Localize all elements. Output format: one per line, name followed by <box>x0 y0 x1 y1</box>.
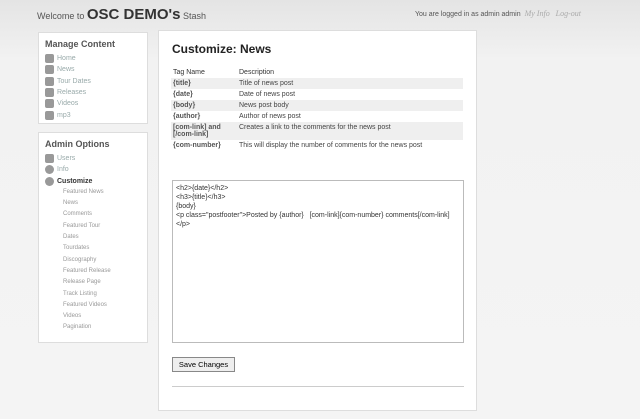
page-title: Customize: News <box>172 42 272 56</box>
customize-subitem[interactable]: Pagination <box>63 322 147 333</box>
sidebar-item-label: Customize <box>57 177 93 185</box>
tag-name: {date} <box>173 91 193 98</box>
videos-icon <box>45 99 54 109</box>
col-description: Description <box>239 69 275 76</box>
tag-description: This will display the number of comments… <box>239 142 423 149</box>
sidebar-item-label: Users <box>57 155 76 163</box>
tag-table: Tag Name Description {title} Title of news … <box>171 67 463 151</box>
customize-subitem[interactable]: Release Page <box>63 277 147 288</box>
customize-subitem[interactable]: Featured Release <box>63 266 147 277</box>
main-panel: Customize: News Tag Name Description {titl… <box>158 30 477 411</box>
tag-description: News post body <box>237 100 463 111</box>
customize-subitem[interactable]: Featured Tour <box>63 221 147 232</box>
customize-subitem[interactable]: Discography <box>63 255 147 266</box>
table-row: {date} Date of news post <box>171 89 463 100</box>
template-editor[interactable]: <h2>{date}</h2> <h3>{title}</h3> {body} … <box>172 180 464 343</box>
tag-description: Creates a link to the comments for the n… <box>237 122 463 140</box>
stash-text: Stash <box>182 11 206 21</box>
customize-subitem[interactable]: Tourdates <box>63 243 147 254</box>
tag-description: Title of news post <box>237 78 463 89</box>
sidebar-item-label: Home <box>57 55 76 63</box>
sidebar-item-label: Tour Dates <box>57 77 91 85</box>
tag-name: {com-number} <box>173 142 221 149</box>
admin-options-title: Admin Options <box>45 139 110 149</box>
sidebar-item-customize[interactable]: Customize <box>45 176 147 187</box>
customize-subitem[interactable]: Dates <box>63 232 147 243</box>
sidebar-item-videos[interactable]: Videos <box>45 98 147 109</box>
sidebar-item-label: Info <box>57 166 69 174</box>
customize-subitem[interactable]: News <box>63 198 147 209</box>
table-row: {body} News post body <box>171 100 463 111</box>
sidebar-item-users[interactable]: Users <box>45 153 147 164</box>
welcome-text: Welcome to <box>37 11 85 21</box>
user-bar: You are logged in as admin admin My Info … <box>415 9 581 18</box>
manage-content-panel: Manage Content Home News Tour Dates Release… <box>38 32 148 124</box>
tour-dates-icon <box>45 76 54 86</box>
customize-subitem[interactable]: Track Listing <box>63 289 147 300</box>
sidebar-item-label: News <box>57 66 75 74</box>
tag-name: {title} <box>171 78 237 89</box>
site-welcome: Welcome to OSC DEMO's Stash <box>37 6 206 23</box>
divider <box>172 386 464 387</box>
info-icon <box>45 165 54 175</box>
customize-subitem[interactable]: Featured Videos <box>63 300 147 311</box>
mp3-icon <box>45 110 54 120</box>
manage-content-title: Manage Content <box>45 39 116 49</box>
home-icon <box>45 54 54 64</box>
table-row: {com-number} This will display the number… <box>171 140 463 151</box>
tag-description: Author of news post <box>239 113 301 120</box>
sidebar-item-tour-dates[interactable]: Tour Dates <box>45 76 147 87</box>
table-row: {title} Title of news post <box>171 78 463 89</box>
sidebar-item-label: Videos <box>57 100 79 108</box>
tag-name: {body} <box>171 100 237 111</box>
my-info-link[interactable]: My Info <box>525 9 550 18</box>
table-row: {author} Author of news post <box>171 111 463 122</box>
logged-in-text: You are logged in as admin admin <box>415 11 521 18</box>
releases-icon <box>45 88 54 98</box>
table-row: [com-link] and [/com-link] Creates a link… <box>171 122 463 140</box>
customize-subitem[interactable]: Videos <box>63 311 147 322</box>
save-changes-button[interactable]: Save Changes <box>172 357 235 372</box>
sidebar-item-mp3[interactable]: mp3 <box>45 109 147 120</box>
customize-subitem[interactable]: Comments <box>63 209 147 220</box>
sidebar-item-label: mp3 <box>57 111 71 119</box>
sidebar-item-news[interactable]: News <box>45 64 147 75</box>
tag-name: [com-link] and [/com-link] <box>171 122 237 140</box>
sidebar-item-home[interactable]: Home <box>45 53 147 64</box>
news-icon <box>45 65 54 75</box>
admin-options-panel: Admin Options Users Info Customize Featured… <box>38 132 148 343</box>
logout-link[interactable]: Log-out <box>556 9 581 18</box>
site-name: OSC DEMO's <box>86 6 181 23</box>
customize-icon <box>45 176 54 186</box>
tag-name: {author} <box>173 113 201 120</box>
sidebar-item-label: Releases <box>57 89 87 97</box>
sidebar-item-info[interactable]: Info <box>45 164 147 175</box>
sidebar-item-releases[interactable]: Releases <box>45 87 147 98</box>
tag-description: Date of news post <box>239 91 296 98</box>
customize-subitem[interactable]: Featured News <box>63 187 147 198</box>
users-icon <box>45 154 54 164</box>
col-tag-name: Tag Name <box>173 69 205 76</box>
